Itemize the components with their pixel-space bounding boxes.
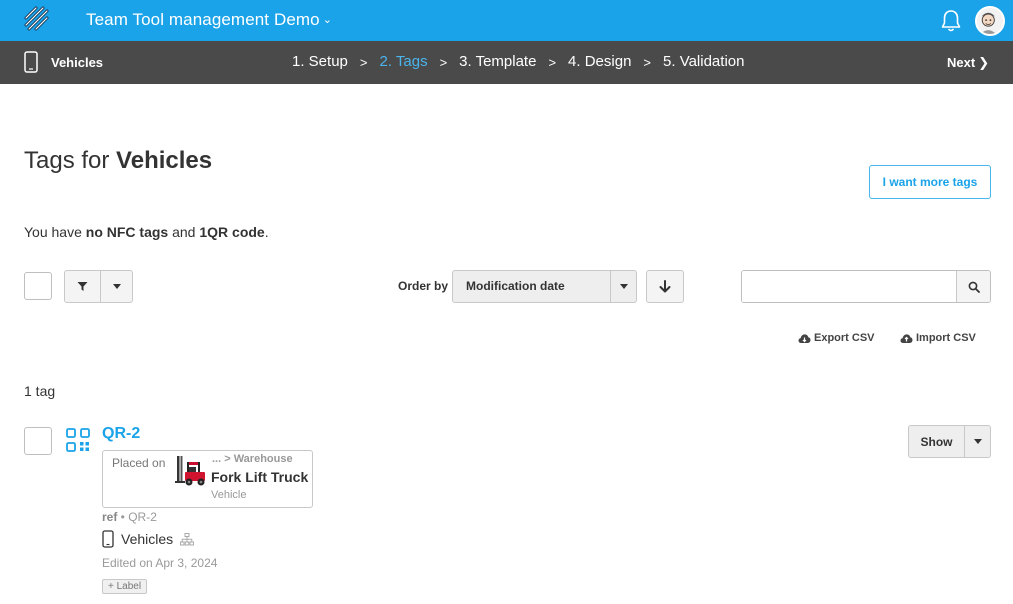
page-title-subject: Vehicles	[116, 147, 213, 174]
top-navigation-bar: Team Tool management Demo ⌄	[0, 0, 1013, 41]
placed-on-label: Placed on	[112, 456, 166, 470]
search-input[interactable]	[742, 271, 956, 302]
step-tags[interactable]: 2. Tags	[379, 53, 427, 72]
wizard-steps: 1. Setup > 2. Tags > 3. Template > 4. De…	[292, 53, 744, 72]
qr-count: 1QR code	[199, 224, 265, 240]
summary-text: and	[168, 224, 200, 240]
caret-down-icon	[973, 439, 982, 444]
show-button-group: Show	[908, 425, 991, 458]
tag-reference: ref • QR-2	[102, 510, 157, 524]
edited-date: Edited on Apr 3, 2024	[102, 556, 218, 570]
filter-button-group	[64, 270, 133, 303]
asset-name: Fork Lift Truck	[211, 469, 309, 485]
import-csv-label: Import CSV	[916, 332, 976, 344]
cloud-download-icon	[798, 333, 811, 343]
step-template[interactable]: 3. Template	[459, 53, 536, 72]
location-breadcrumb: ... > Warehouse	[212, 453, 293, 465]
filter-dropdown-toggle[interactable]	[101, 271, 132, 302]
next-button[interactable]: Next ❯	[947, 55, 989, 71]
step-separator: >	[643, 55, 652, 70]
import-csv-link[interactable]: Import CSV	[900, 332, 976, 344]
step-separator: >	[548, 55, 557, 70]
wizard-step-bar: Vehicles 1. Setup > 2. Tags > 3. Templat…	[0, 41, 1013, 84]
step-setup[interactable]: 1. Setup	[292, 53, 348, 72]
order-by-label: Order by	[398, 279, 449, 293]
arrow-down-icon	[659, 280, 671, 293]
order-by-value: Modification date	[466, 279, 565, 293]
add-label-button[interactable]: + Label	[102, 579, 147, 594]
export-csv-link[interactable]: Export CSV	[798, 332, 875, 344]
filter-icon	[77, 282, 88, 291]
page-title: Tags for Vehicles	[24, 147, 212, 175]
order-dropdown-toggle[interactable]	[610, 271, 636, 302]
placed-on-card[interactable]: Placed on ... > Warehouse Fork Lift Truc…	[102, 450, 313, 508]
asset-type: Vehicle	[211, 489, 247, 501]
ref-value: • QR-2	[117, 510, 157, 524]
phone-icon	[24, 51, 38, 73]
summary-text: .	[264, 224, 269, 240]
step-separator: >	[359, 55, 368, 70]
cloud-upload-icon	[900, 333, 913, 343]
avatar-icon	[980, 12, 997, 34]
search-button[interactable]	[956, 271, 990, 302]
workspace-title: Team Tool management Demo	[86, 10, 320, 29]
order-by-select[interactable]: Modification date	[452, 270, 637, 303]
sort-direction-button[interactable]	[646, 270, 684, 303]
select-all-checkbox[interactable]	[24, 272, 52, 300]
step-validation[interactable]: 5. Validation	[663, 53, 744, 72]
nfc-count: no NFC tags	[85, 224, 169, 240]
tag-count: 1 tag	[24, 383, 56, 399]
caret-down-icon	[619, 284, 628, 289]
export-csv-label: Export CSV	[814, 332, 875, 344]
more-tags-button[interactable]: I want more tags	[869, 165, 991, 199]
caret-down-icon	[112, 284, 121, 289]
chevron-right-icon: ❯	[978, 55, 990, 70]
search-box	[741, 270, 991, 303]
category-label: Vehicles	[121, 531, 174, 547]
tag-summary: You have no NFC tags and 1QR code.	[24, 224, 269, 240]
hierarchy-icon[interactable]	[180, 532, 195, 546]
user-avatar[interactable]	[975, 6, 1005, 36]
ref-label: ref	[102, 510, 118, 524]
step-separator: >	[439, 55, 448, 70]
section-label: Vehicles	[51, 55, 104, 70]
phone-icon	[102, 530, 114, 548]
tag-name-link[interactable]: QR-2	[102, 425, 140, 443]
filter-button[interactable]	[65, 271, 101, 302]
bell-icon[interactable]	[940, 9, 962, 33]
search-icon	[968, 281, 980, 293]
qr-code-icon	[66, 428, 90, 452]
workspace-switcher[interactable]: Team Tool management Demo ⌄	[86, 10, 332, 30]
show-dropdown-toggle[interactable]	[965, 426, 990, 457]
summary-text: You have	[24, 224, 86, 240]
forklift-image	[175, 456, 205, 486]
page-title-prefix: Tags for	[24, 147, 117, 174]
tag-row-checkbox[interactable]	[24, 427, 52, 455]
step-design[interactable]: 4. Design	[568, 53, 631, 72]
tag-category: Vehicles	[102, 530, 195, 548]
chevron-down-icon: ⌄	[322, 14, 333, 26]
next-label: Next	[947, 55, 976, 70]
show-button[interactable]: Show	[909, 426, 965, 457]
app-logo-icon[interactable]	[22, 4, 52, 34]
